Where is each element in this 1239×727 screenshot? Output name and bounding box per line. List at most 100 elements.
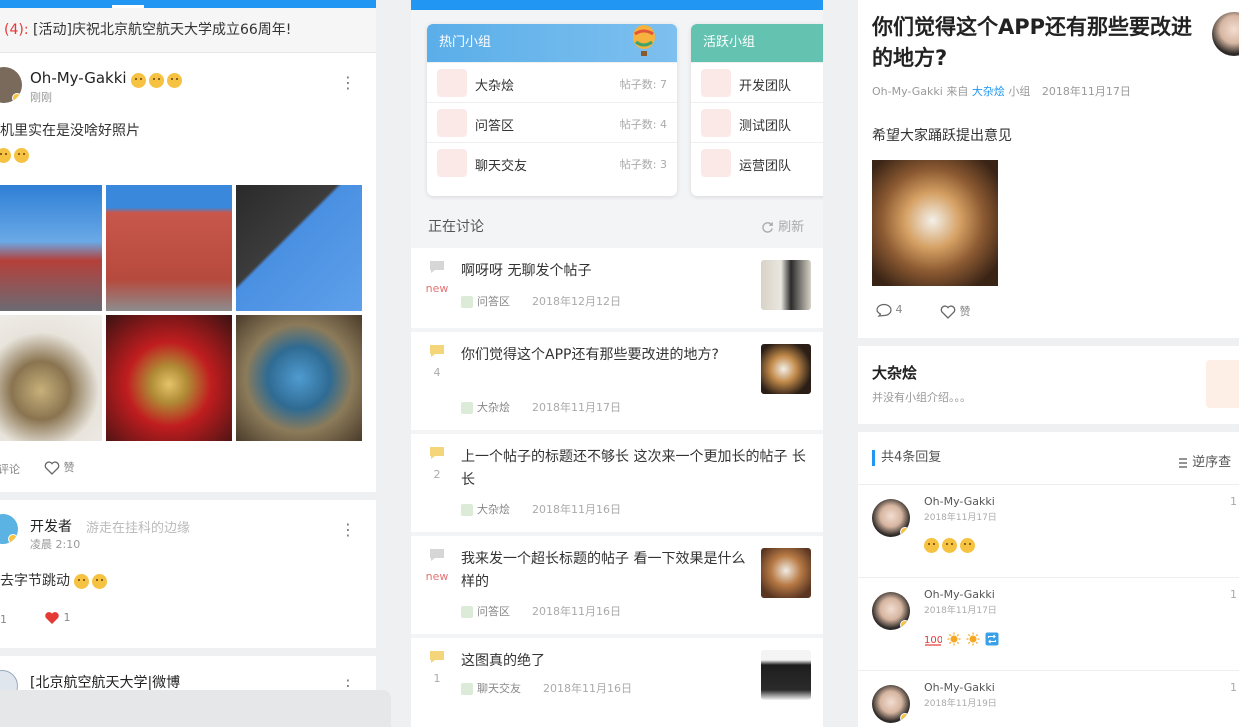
- topic-item[interactable]: 4 你们觉得这个APP还有那些要改进的地方? 大杂烩 2018年11月17日: [411, 332, 823, 430]
- announcement-count: (4):: [4, 22, 29, 38]
- post-author[interactable]: [北京航空航天大学|微博: [30, 672, 180, 692]
- group-mini-icon: [461, 504, 473, 516]
- group-item[interactable]: 运营团队: [691, 142, 823, 182]
- topic-meta: 问答区 2018年12月12日: [461, 293, 621, 309]
- topic-group: 聊天交友: [477, 682, 521, 695]
- like-button[interactable]: 赞: [940, 303, 971, 319]
- reply-item[interactable]: Oh-My-Gakki 2018年11月19日 1: [858, 670, 1239, 727]
- group-name: 问答区: [475, 119, 515, 134]
- sort-toggle[interactable]: 逆序查: [1178, 451, 1231, 470]
- reply-item[interactable]: Oh-My-Gakki 2018年11月17日 1: [858, 484, 1239, 576]
- group-mini-icon: [461, 683, 473, 695]
- author-avatar[interactable]: [1212, 12, 1239, 56]
- more-icon[interactable]: ⋮: [340, 522, 356, 538]
- topic-date: 2018年11月17日: [532, 401, 621, 414]
- group-card-icon: [1206, 360, 1239, 408]
- comment-count: 4: [895, 303, 903, 316]
- comment-button[interactable]: 4: [876, 303, 903, 317]
- reply-item[interactable]: Oh-My-Gakki 2018年11月17日 1 100: [858, 577, 1239, 669]
- like-button[interactable]: 1: [44, 611, 71, 625]
- vip-badge-icon: [12, 93, 22, 103]
- post-body: 希望大家踊跃提出意见: [872, 128, 1012, 144]
- topic-badge: 4: [433, 366, 441, 379]
- group-item[interactable]: 开发团队: [691, 62, 823, 102]
- post-author[interactable]: 开发者: [30, 516, 72, 536]
- avatar[interactable]: [0, 67, 22, 103]
- topic-meta: 大杂烩 2018年11月16日: [461, 501, 621, 517]
- emoji-icon: [74, 571, 110, 590]
- topic-thumbnail: [761, 260, 811, 310]
- group-item[interactable]: 大杂烩 帖子数: 7: [427, 62, 677, 102]
- photo-golden-vessel[interactable]: [0, 315, 102, 441]
- sort-label: 逆序查: [1192, 455, 1232, 470]
- group-item[interactable]: 测试团队: [691, 102, 823, 142]
- reply-floor: 1: [1230, 588, 1237, 601]
- photo-grid: [0, 185, 362, 441]
- group-card-name: 大杂烩: [872, 364, 918, 382]
- reply-floor: 1: [1230, 495, 1237, 508]
- post-author[interactable]: Oh-My-Gakki: [30, 69, 127, 87]
- post-text: 机里实在是没啥好照片: [0, 123, 140, 139]
- announcement-bar[interactable]: (4): [活动]庆祝北京航空航天大学成立66周年!: [0, 8, 376, 53]
- group-post-count: 帖子数: 4: [619, 118, 667, 131]
- comment-label: 评论: [0, 463, 20, 476]
- group-item[interactable]: 聊天交友 帖子数: 3: [427, 142, 677, 182]
- group-post-count: 帖子数: 7: [619, 78, 667, 91]
- post-text: 去字节跳动: [0, 573, 70, 589]
- post-image-cats[interactable]: [872, 160, 998, 286]
- topic-thumbnail: [761, 344, 811, 394]
- post-time: 凌晨 2:10: [30, 538, 81, 551]
- divider: [858, 338, 1239, 346]
- post-group-link[interactable]: 大杂烩: [972, 85, 1005, 98]
- comment-icon: [876, 303, 892, 317]
- post-author[interactable]: Oh-My-Gakki: [872, 85, 943, 98]
- group-name: 运营团队: [739, 159, 792, 174]
- reply-avatar[interactable]: [872, 592, 910, 630]
- topic-meta: 问答区 2018年11月16日: [461, 603, 621, 619]
- group-icon: [437, 149, 467, 177]
- group-name: 开发团队: [739, 79, 792, 94]
- topic-item[interactable]: 1 这图真的绝了 聊天交友 2018年11月16日: [411, 638, 823, 727]
- reply-avatar[interactable]: [872, 685, 910, 723]
- active-tab-indicator: [112, 5, 144, 8]
- topic-item[interactable]: 2 上一个帖子的标题还不够长 这次来一个更加长的帖子 长 长 大杂烩 2018年1…: [411, 434, 823, 532]
- svg-text:100: 100: [924, 635, 942, 646]
- comment-bubble-icon: [430, 549, 444, 561]
- reply-author: Oh-My-Gakki: [924, 681, 995, 694]
- photo-red-gate[interactable]: [106, 185, 232, 311]
- topic-thumbnail: [761, 650, 811, 700]
- topic-badge: new: [425, 570, 449, 583]
- topic-group: 问答区: [477, 295, 510, 308]
- topic-title: 啊呀呀 无聊发个帖子: [461, 263, 592, 279]
- group-icon: [701, 69, 731, 97]
- comment-button[interactable]: 1: [0, 613, 7, 626]
- reply-time: 2018年11月17日: [924, 513, 997, 523]
- refresh-icon: [762, 222, 773, 233]
- emoji-icon: [924, 535, 978, 554]
- photo-palace-square[interactable]: [0, 185, 102, 311]
- refresh-button[interactable]: 刷新: [761, 216, 804, 235]
- like-button[interactable]: 赞: [44, 459, 75, 475]
- topic-group: 大杂烩: [477, 401, 510, 414]
- photo-gold-artifacts[interactable]: [106, 315, 232, 441]
- topic-meta: 大杂烩 2018年11月17日: [461, 399, 621, 415]
- feed-post[interactable]: Oh-My-Gakki 刚刚 ⋮ 机里实在是没啥好照片 评论 赞: [0, 53, 376, 500]
- avatar[interactable]: [0, 514, 18, 544]
- photo-roof-eave[interactable]: [236, 185, 362, 311]
- comment-bubble-icon: [430, 651, 444, 663]
- emoji-icon: [131, 70, 185, 89]
- group-item[interactable]: 问答区 帖子数: 4: [427, 102, 677, 142]
- topic-item[interactable]: new 我来发一个超长标题的帖子 看一下效果是什么样的 问答区 2018年11月1…: [411, 536, 823, 634]
- reply-avatar[interactable]: [872, 499, 910, 537]
- topic-date: 2018年12月12日: [532, 295, 621, 308]
- photo-cloisonne[interactable]: [236, 315, 362, 441]
- group-mini-icon: [461, 296, 473, 308]
- vip-badge-icon: [900, 713, 910, 723]
- groups-screen: 热门小组 大杂烩 帖子数: 7 问答区 帖子数: 4 聊天交友 帖子数: 3 活跃小组…: [411, 0, 823, 727]
- sun-icon: [947, 632, 961, 645]
- more-icon[interactable]: ⋮: [340, 75, 356, 91]
- comment-button[interactable]: 评论: [0, 461, 20, 477]
- topic-item[interactable]: new 啊呀呀 无聊发个帖子 问答区 2018年12月12日: [411, 248, 823, 328]
- feed-post[interactable]: 开发者 游走在挂科的边缘 凌晨 2:10 ⋮ 去字节跳动 1 1: [0, 500, 376, 656]
- topic-thumbnail: [761, 548, 811, 598]
